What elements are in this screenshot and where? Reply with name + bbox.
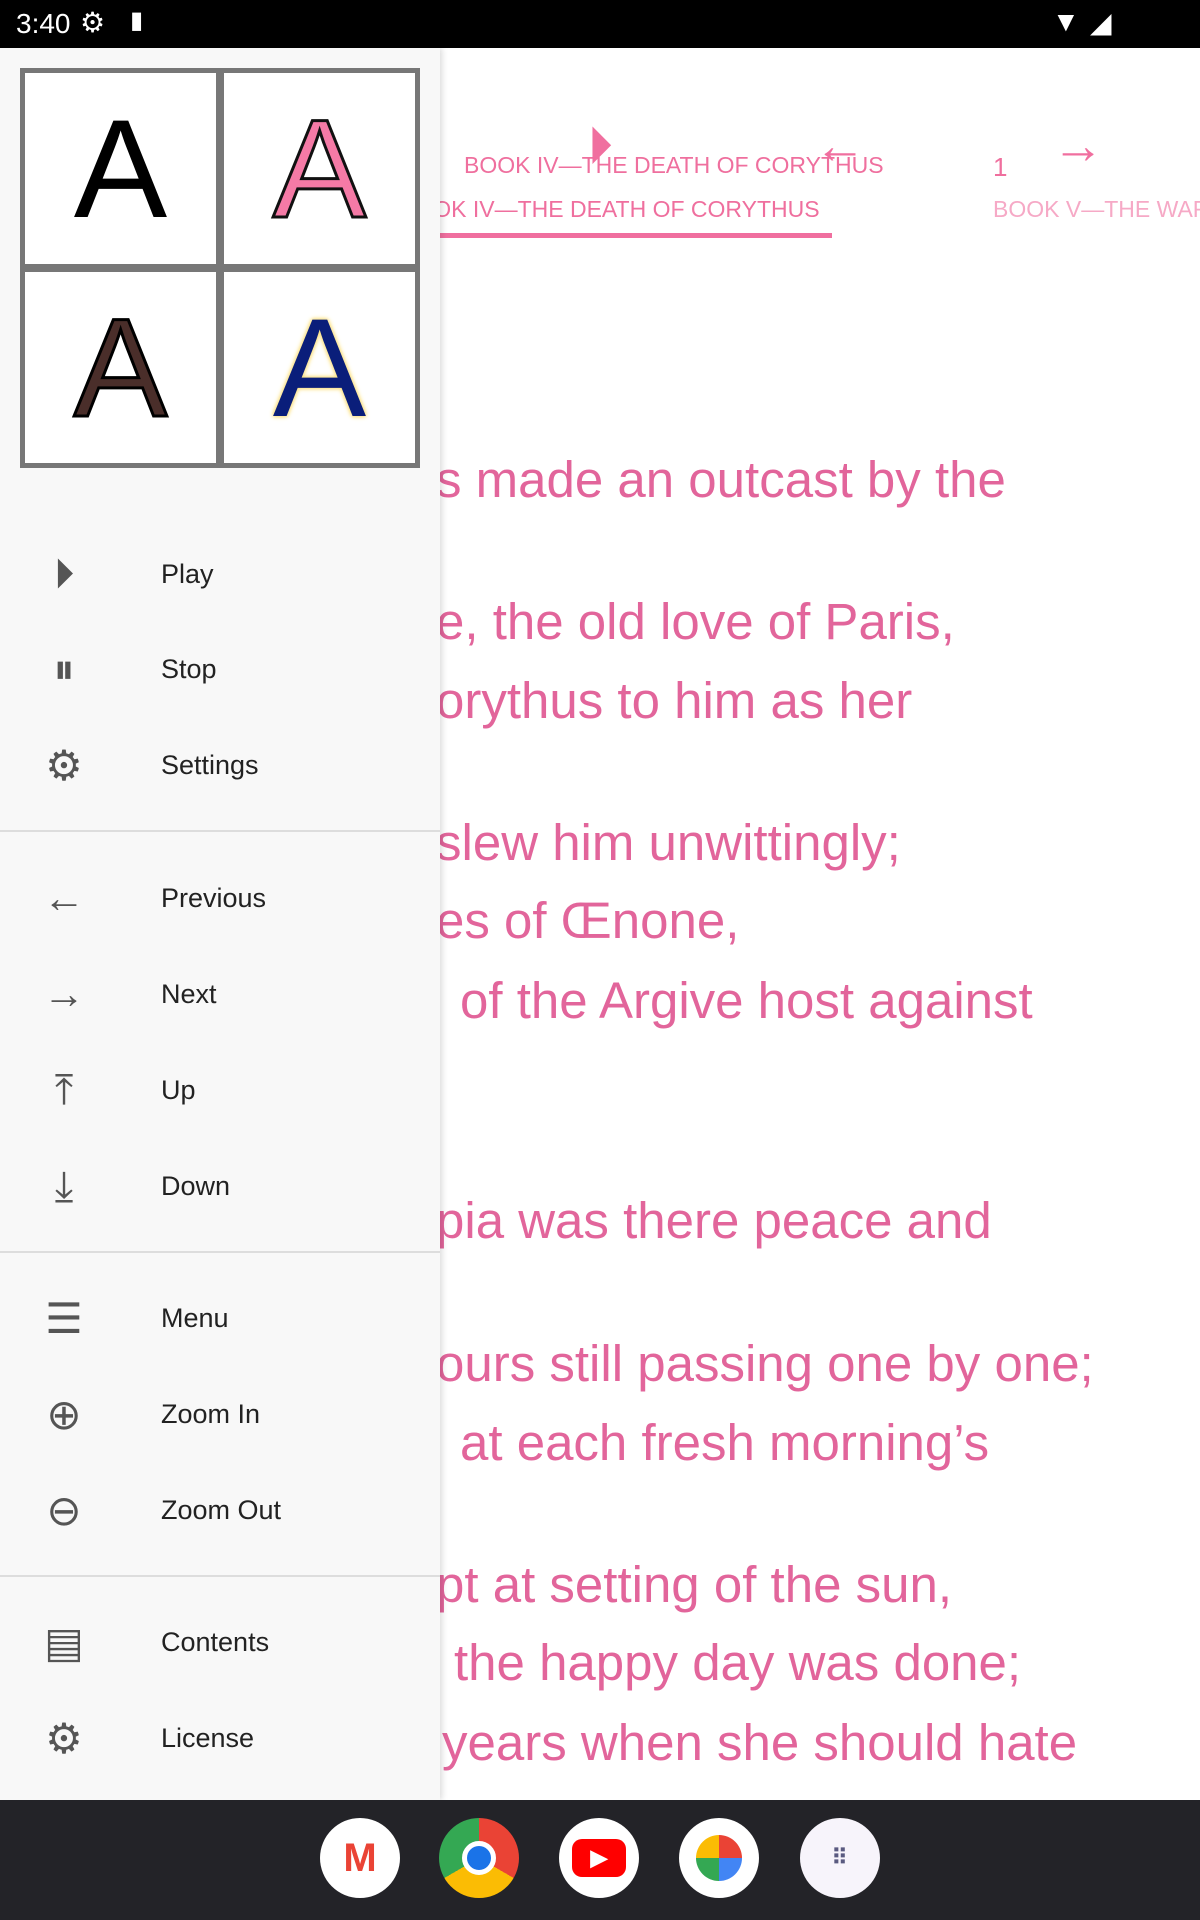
font-style-black[interactable]: A — [25, 73, 216, 264]
tab-next[interactable]: BOOK V—THE WAR — [993, 196, 1200, 223]
arrow-right-icon: → — [43, 970, 85, 1017]
pause-circle-icon: ⏸ — [53, 644, 75, 692]
menu-item-previous[interactable]: ← Previous — [0, 853, 440, 943]
chapter-title: BOOK IV—THE DEATH OF CORYTHUS — [464, 152, 884, 178]
settings-gear-icon: ⚙ — [80, 7, 106, 38]
menu-item-play[interactable]: ⏵ Play — [0, 529, 440, 619]
wifi-icon: ▼ — [1052, 6, 1080, 37]
font-style-grid: A A A A — [20, 68, 420, 468]
text-line: ours still passing one by one; — [436, 1335, 1094, 1392]
gear-box-icon: ⚙ — [45, 1714, 83, 1762]
text-line: slew him unwittingly; — [436, 814, 901, 871]
text-line: pt at setting of the sun, — [436, 1556, 953, 1613]
divider — [0, 1251, 440, 1253]
font-style-navy-yellow[interactable]: A — [224, 272, 415, 463]
page-number: 1 — [993, 152, 1008, 182]
menu-item-zoom-in[interactable]: ⊕ Zoom In — [0, 1369, 440, 1459]
clock: 3:40 — [16, 8, 71, 39]
play-circle-icon: ⏵ — [53, 549, 75, 597]
text-line: at each fresh morning’s — [460, 1414, 990, 1471]
text-line: of the Argive host against — [460, 972, 1033, 1029]
menu-item-settings[interactable]: ⚙ Settings — [0, 720, 440, 810]
menu-item-stop[interactable]: ⏸ Stop — [0, 624, 440, 714]
gear-icon: ⚙ — [45, 741, 83, 789]
gmail-icon[interactable]: M — [320, 1818, 400, 1898]
menu-item-zoom-out[interactable]: ⊖ Zoom Out — [0, 1465, 440, 1555]
text-line: pia was there peace and — [436, 1192, 992, 1249]
text-line: e, the old love of Paris, — [436, 593, 955, 650]
menu-item-contents[interactable]: ▤ Contents — [0, 1597, 440, 1687]
arrow-left-icon: ← — [43, 874, 85, 921]
menu-item-up[interactable]: ⤒ Up — [0, 1045, 440, 1135]
tab-indicator — [440, 233, 832, 238]
arrow-up-to-top-icon: ⤒ — [54, 1065, 74, 1113]
hamburger-icon: ☰ — [45, 1294, 83, 1342]
tab-current[interactable]: BOOK IV—THE DEATH OF CORYTHUS — [400, 196, 820, 223]
menu-item-next[interactable]: → Next — [0, 949, 440, 1039]
text-line: s made an outcast by the — [436, 451, 1006, 508]
sd-card-icon: ▮ — [130, 7, 144, 34]
app-drawer-icon[interactable]: ⠿ — [800, 1818, 880, 1898]
text-line: es of Œnone, — [436, 892, 740, 949]
document-icon: ▤ — [44, 1618, 84, 1666]
zoom-in-icon: ⊕ — [46, 1390, 82, 1438]
google-photos-icon[interactable] — [679, 1818, 759, 1898]
font-style-pink[interactable]: A — [224, 73, 415, 264]
signal-icon: ◢ — [1090, 7, 1112, 38]
divider — [0, 1575, 440, 1577]
text-line: years when she should hate — [442, 1714, 1078, 1771]
text-line: the happy day was done; — [454, 1634, 1022, 1691]
chrome-icon[interactable] — [439, 1818, 519, 1898]
menu-item-down[interactable]: ⤓ Down — [0, 1141, 440, 1231]
youtube-icon[interactable]: ▶ — [559, 1818, 639, 1898]
status-bar: 3:40 ⚙ ▮ ▼ ◢ — [0, 0, 1200, 48]
navigation-drawer: A A A A ⏵ Play ⏸ Stop ⚙ Settings ← Previous … — [0, 48, 440, 1800]
menu-item-license[interactable]: ⚙ License — [0, 1693, 440, 1783]
arrow-right-icon[interactable]: → — [1048, 120, 1108, 172]
text-line: orythus to him as her — [436, 672, 913, 729]
zoom-out-icon: ⊖ — [46, 1486, 82, 1534]
divider — [0, 830, 440, 832]
arrow-down-to-bottom-icon: ⤓ — [54, 1161, 74, 1209]
app-dock: M ▶ ⠿ — [0, 1800, 1200, 1920]
menu-item-menu[interactable]: ☰ Menu — [0, 1273, 440, 1363]
font-style-brown[interactable]: A — [25, 272, 216, 463]
